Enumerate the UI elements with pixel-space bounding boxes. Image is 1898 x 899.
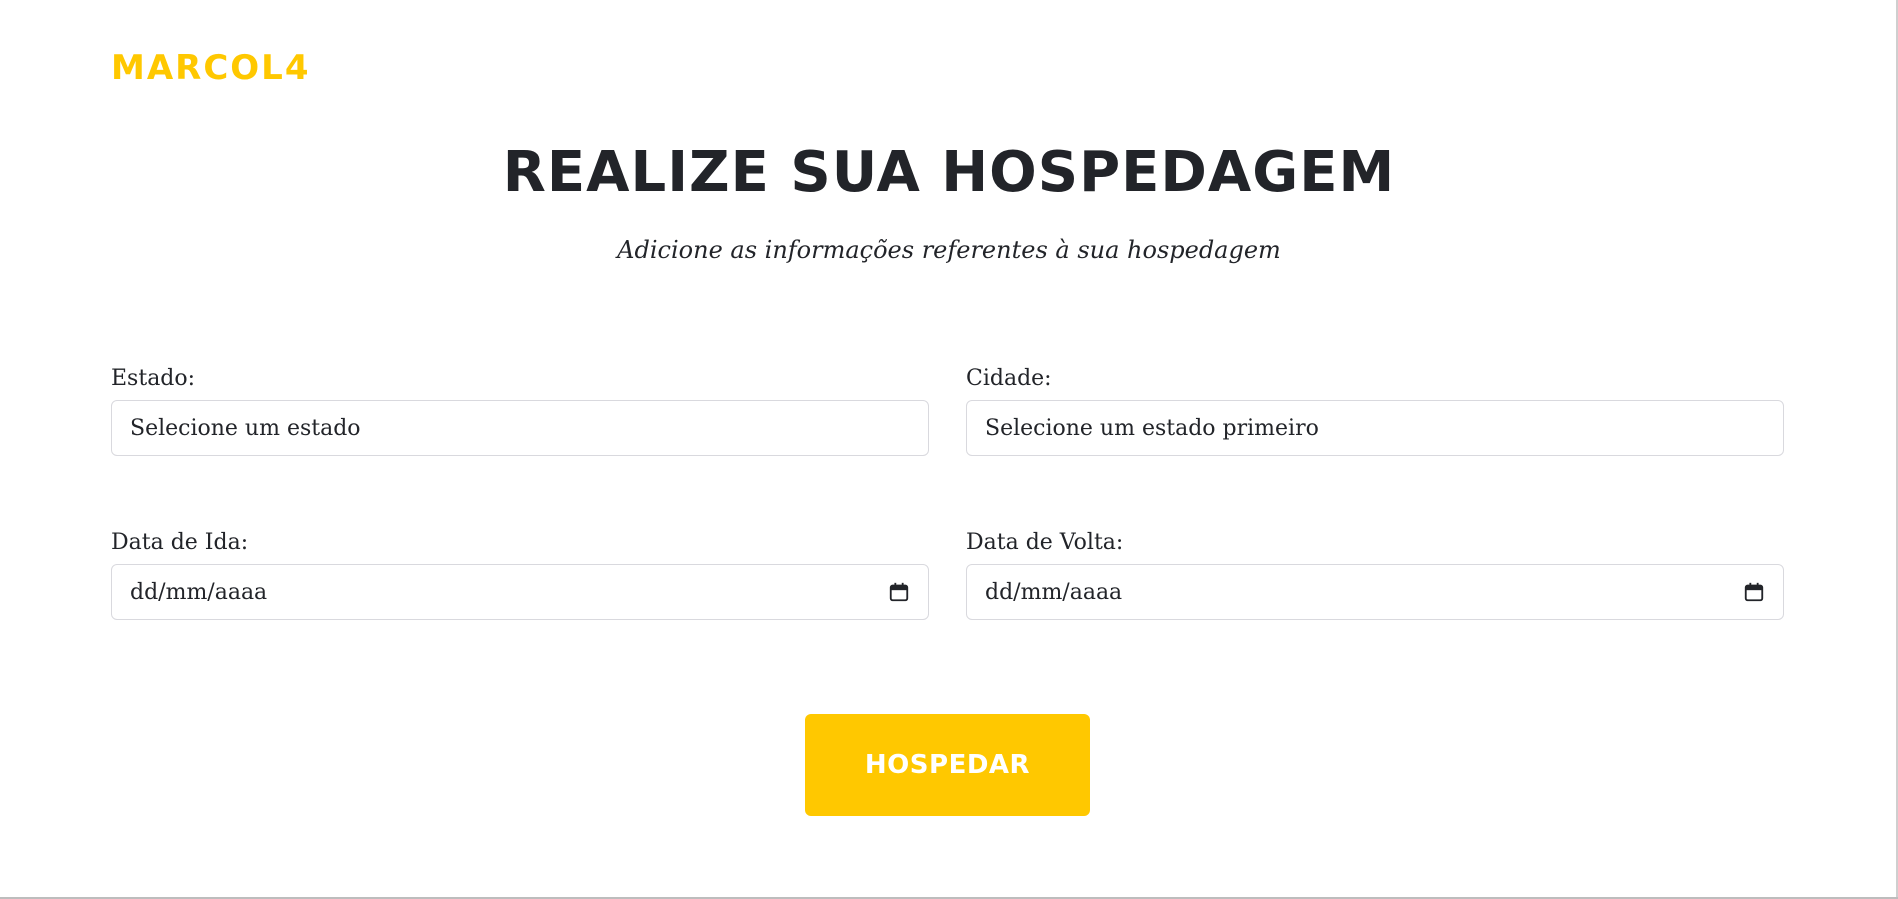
data-volta-placeholder: dd/mm/aaaa bbox=[985, 579, 1123, 605]
estado-label: Estado: bbox=[111, 366, 196, 391]
data-volta-field: Data de Volta: dd/mm/aaaa bbox=[966, 528, 1784, 620]
calendar-icon[interactable] bbox=[888, 581, 910, 603]
data-ida-input[interactable]: dd/mm/aaaa bbox=[111, 564, 929, 620]
estado-field: Estado: Selecione um estado bbox=[111, 364, 929, 456]
estado-select-value: Selecione um estado bbox=[130, 415, 361, 441]
brand-logo[interactable]: MARCOL4 bbox=[111, 48, 311, 88]
estado-select[interactable]: Selecione um estado bbox=[111, 400, 929, 456]
page-subtitle: Adicione as informações referentes à sua… bbox=[617, 236, 1281, 264]
cidade-select-value: Selecione um estado primeiro bbox=[985, 415, 1319, 441]
calendar-icon[interactable] bbox=[1743, 581, 1765, 603]
data-ida-placeholder: dd/mm/aaaa bbox=[130, 579, 268, 605]
hospedar-button[interactable]: HOSPEDAR bbox=[805, 714, 1090, 816]
data-volta-input[interactable]: dd/mm/aaaa bbox=[966, 564, 1784, 620]
data-ida-label: Data de Ida: bbox=[111, 530, 249, 555]
cidade-label: Cidade: bbox=[966, 366, 1052, 391]
data-ida-field: Data de Ida: dd/mm/aaaa bbox=[111, 528, 929, 620]
page-title: REALIZE SUA HOSPEDAGEM bbox=[502, 140, 1396, 205]
data-volta-label: Data de Volta: bbox=[966, 530, 1124, 555]
cidade-field: Cidade: Selecione um estado primeiro bbox=[966, 364, 1784, 456]
cidade-select[interactable]: Selecione um estado primeiro bbox=[966, 400, 1784, 456]
